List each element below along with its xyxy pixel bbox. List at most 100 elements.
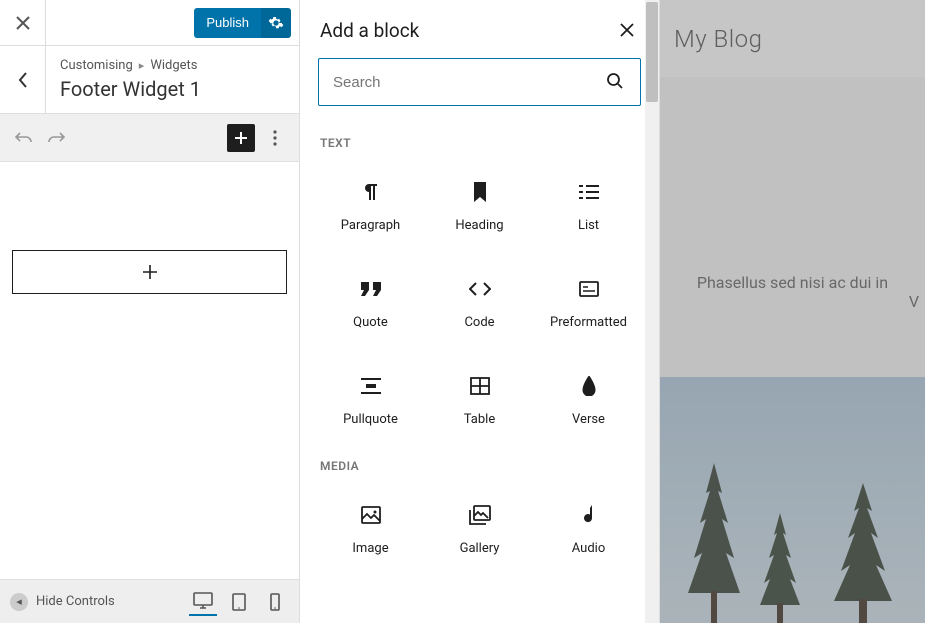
- block-label: Preformatted: [550, 315, 627, 330]
- redo-button[interactable]: [44, 126, 68, 150]
- block-inserter-panel: Add a block TEXT Paragraph Heading: [300, 0, 660, 623]
- table-icon: [470, 377, 490, 395]
- search-wrap: [300, 42, 659, 122]
- search-icon: [606, 72, 624, 90]
- tree-icon: [828, 483, 898, 623]
- customizer-bottombar: ◂ Hide Controls: [0, 579, 299, 623]
- section-title: Footer Widget 1: [60, 77, 285, 101]
- desktop-icon: [193, 592, 213, 610]
- search-button[interactable]: [606, 72, 626, 92]
- widget-area: [0, 162, 299, 579]
- block-pullquote[interactable]: Pullquote: [318, 352, 423, 445]
- block-preformatted[interactable]: Preformatted: [536, 255, 641, 348]
- close-button[interactable]: [0, 0, 46, 46]
- publish-group: Publish: [194, 8, 291, 38]
- undo-button[interactable]: [12, 126, 36, 150]
- category-title-text: TEXT: [320, 136, 641, 150]
- search-input[interactable]: [333, 74, 606, 91]
- hero-text-2: V: [909, 292, 925, 311]
- block-paragraph[interactable]: Paragraph: [318, 158, 423, 251]
- edit-toolbar: [0, 114, 299, 162]
- customizer-topbar: Publish: [0, 0, 299, 46]
- block-quote[interactable]: Quote: [318, 255, 423, 348]
- customizer-header: Customising ▸ Widgets Footer Widget 1: [0, 46, 299, 114]
- tree-icon: [756, 513, 804, 623]
- customizer-panel: Publish Customising ▸ Widgets Footer Wid…: [0, 0, 300, 623]
- hide-controls-label: Hide Controls: [36, 594, 115, 609]
- inserter-scrollbar[interactable]: [645, 0, 659, 623]
- device-mobile-button[interactable]: [261, 588, 289, 616]
- inserter-title: Add a block: [320, 19, 419, 42]
- block-list[interactable]: List: [536, 158, 641, 251]
- inserter-close-button[interactable]: [615, 18, 639, 42]
- quote-icon: [361, 282, 381, 296]
- device-tablet-button[interactable]: [225, 588, 253, 616]
- tree-icon: [684, 463, 744, 623]
- close-icon: [620, 23, 634, 37]
- verse-icon: [581, 376, 597, 396]
- block-grid-text: Paragraph Heading List Quote Code Prefor…: [318, 158, 641, 445]
- preformatted-icon: [579, 281, 599, 297]
- undo-icon: [14, 130, 34, 146]
- collapse-icon: ◂: [10, 593, 28, 611]
- hero-text-1: Phasellus sed nisi ac dui in: [697, 273, 888, 292]
- back-button[interactable]: [0, 46, 46, 113]
- block-table[interactable]: Table: [427, 352, 532, 445]
- block-grid-media: Image Gallery Audio: [318, 481, 641, 574]
- block-label: Table: [464, 412, 495, 427]
- list-icon: [579, 184, 599, 200]
- block-label: Audio: [572, 541, 605, 556]
- breadcrumb-root: Customising: [60, 58, 133, 73]
- block-label: Gallery: [460, 541, 500, 556]
- chevron-left-icon: [17, 71, 29, 89]
- preview-header: My Blog: [660, 0, 925, 77]
- publish-settings-button[interactable]: [261, 8, 291, 38]
- more-vertical-icon: [273, 130, 277, 146]
- block-label: Quote: [353, 315, 388, 330]
- code-icon: [469, 282, 491, 296]
- image-icon: [361, 506, 381, 524]
- block-heading[interactable]: Heading: [427, 158, 532, 251]
- publish-button[interactable]: Publish: [194, 8, 261, 38]
- gear-icon: [268, 15, 284, 31]
- preview-hero: Phasellus sed nisi ac dui in V: [660, 77, 925, 377]
- chevron-right-icon: ▸: [139, 59, 145, 72]
- close-icon: [16, 16, 30, 30]
- block-label: Code: [464, 315, 494, 330]
- audio-icon: [582, 505, 596, 525]
- mobile-icon: [270, 593, 280, 611]
- block-audio[interactable]: Audio: [536, 481, 641, 574]
- inserter-header: Add a block: [300, 0, 659, 42]
- plus-icon: [233, 130, 249, 146]
- add-block-placeholder[interactable]: [12, 250, 287, 294]
- device-desktop-button[interactable]: [189, 588, 217, 616]
- tablet-icon: [232, 593, 246, 611]
- block-label: Verse: [572, 412, 605, 427]
- scrollbar-thumb[interactable]: [646, 2, 658, 102]
- block-image[interactable]: Image: [318, 481, 423, 574]
- preview-image: [660, 377, 925, 623]
- block-label: Image: [352, 541, 388, 556]
- gallery-icon: [469, 505, 491, 525]
- block-verse[interactable]: Verse: [536, 352, 641, 445]
- block-label: List: [578, 218, 599, 233]
- block-label: Paragraph: [341, 218, 400, 233]
- block-code[interactable]: Code: [427, 255, 532, 348]
- redo-icon: [46, 130, 66, 146]
- site-title: My Blog: [674, 25, 762, 53]
- block-label: Heading: [455, 218, 503, 233]
- pullquote-icon: [361, 378, 381, 394]
- breadcrumb-leaf[interactable]: Widgets: [150, 58, 197, 73]
- hide-controls-button[interactable]: ◂ Hide Controls: [10, 593, 115, 611]
- plus-icon: [141, 263, 159, 281]
- header-text: Customising ▸ Widgets Footer Widget 1: [46, 46, 299, 113]
- block-gallery[interactable]: Gallery: [427, 481, 532, 574]
- site-preview: My Blog Phasellus sed nisi ac dui in V: [660, 0, 925, 623]
- block-label: Pullquote: [343, 412, 398, 427]
- inserter-body: TEXT Paragraph Heading List Quote Code: [300, 122, 659, 623]
- more-options-button[interactable]: [263, 126, 287, 150]
- category-title-media: MEDIA: [320, 459, 641, 473]
- bookmark-icon: [472, 182, 488, 202]
- search-box[interactable]: [318, 58, 641, 106]
- add-block-toolbar-button[interactable]: [227, 124, 255, 152]
